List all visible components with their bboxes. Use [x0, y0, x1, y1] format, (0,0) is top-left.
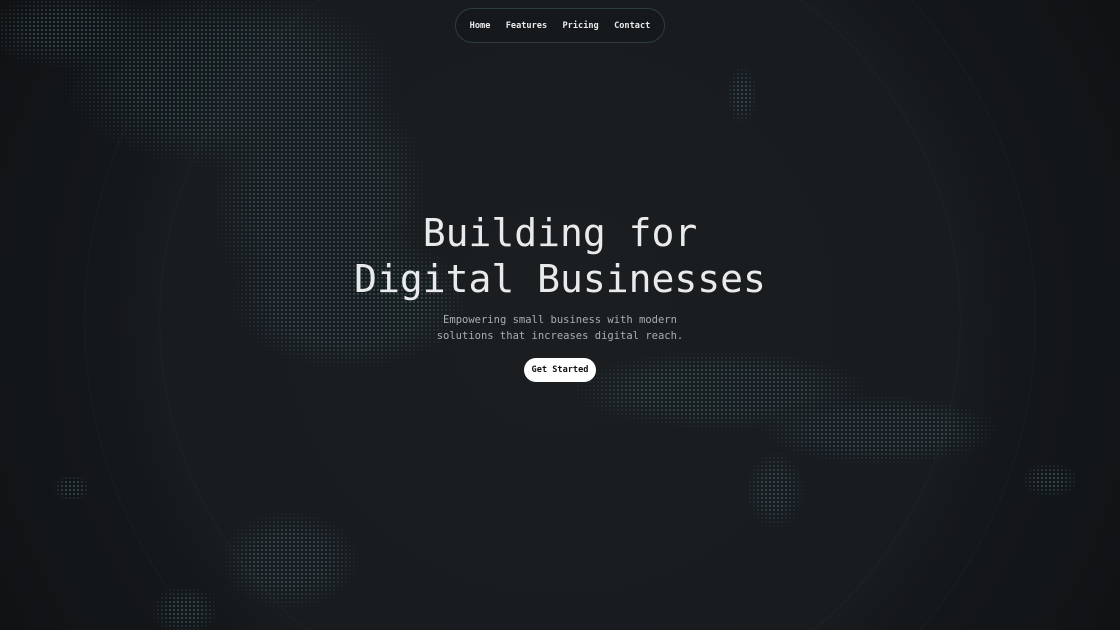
- hero-subtitle-line2: solutions that increases digital reach.: [436, 330, 684, 342]
- get-started-button[interactable]: Get Started: [523, 358, 597, 382]
- hero-subtitle-line1: Empowering small business with modern: [443, 314, 677, 326]
- nav-pricing[interactable]: Pricing: [563, 21, 599, 31]
- nav-bar: Home Features Pricing Contact: [455, 8, 665, 43]
- nav-contact[interactable]: Contact: [614, 21, 650, 31]
- hero: Building for Digital Businesses Empowerin…: [0, 210, 1120, 382]
- hero-title-line2: Digital Businesses: [354, 257, 766, 301]
- hero-title: Building for Digital Businesses: [0, 210, 1120, 302]
- hero-title-line1: Building for: [422, 211, 698, 255]
- nav-home[interactable]: Home: [470, 21, 491, 31]
- nav-features[interactable]: Features: [506, 21, 547, 31]
- hero-subtitle: Empowering small business with modern sol…: [0, 312, 1120, 344]
